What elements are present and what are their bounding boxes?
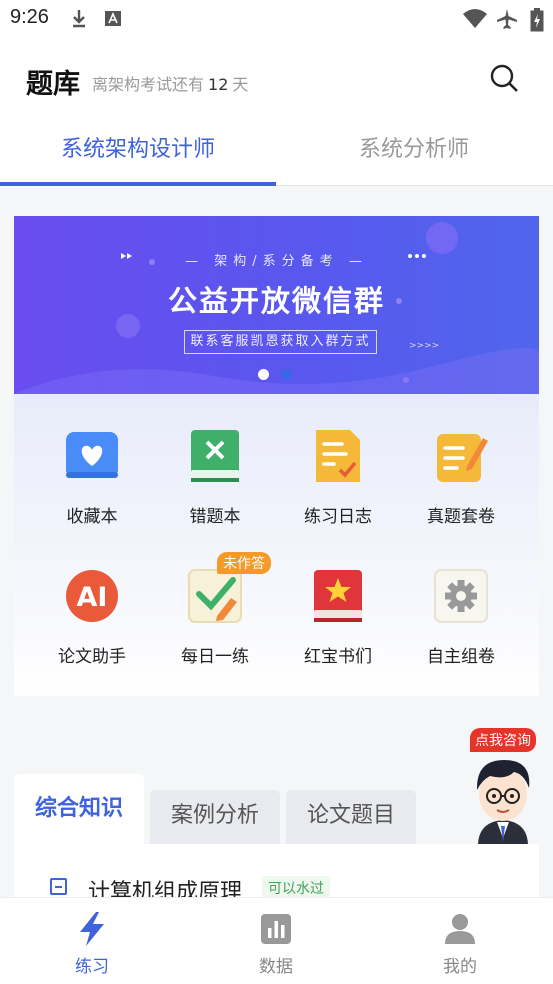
unanswered-badge: 未作答	[217, 552, 271, 574]
nav-practice[interactable]: 练习	[0, 898, 184, 984]
consult-label: 点我咨询	[470, 728, 536, 752]
nav-label: 数据	[259, 957, 293, 977]
tab-indicator	[0, 182, 276, 186]
collapse-icon[interactable]	[50, 878, 67, 895]
grid-label: 错题本	[189, 507, 241, 527]
feature-grid: 收藏本 错题本 练习日志 真题套卷 AI 论文助手 未作答 每日一练 红宝书们 …	[14, 394, 539, 696]
bottom-nav: 练习 数据 我的	[0, 897, 553, 984]
tab-system-architect[interactable]: 系统架构设计师	[0, 120, 276, 186]
grid-item-wrong-book[interactable]: 错题本	[160, 428, 270, 527]
banner-contact-button[interactable]: 联系客服凯恩获取入群方式	[184, 330, 377, 354]
wifi-icon	[463, 9, 487, 28]
countdown-days: 12	[208, 75, 229, 94]
tab-general-knowledge[interactable]: 综合知识	[14, 774, 144, 844]
battery-icon	[530, 8, 544, 32]
practice-log-icon	[310, 428, 366, 484]
nav-label: 我的	[443, 957, 477, 977]
heart-book-icon	[64, 428, 120, 484]
banner-subtitle: — 架构/系分备考 —	[185, 254, 368, 269]
carousel-dot-active[interactable]	[258, 369, 269, 380]
page-title: 题库	[26, 69, 80, 100]
status-time: 9:26	[10, 6, 49, 28]
grid-item-essay-assistant[interactable]: AI 论文助手	[37, 568, 147, 667]
grid-label: 收藏本	[66, 507, 118, 527]
airplane-icon	[497, 9, 517, 29]
wrong-book-icon	[187, 428, 243, 484]
grid-label: 红宝书们	[304, 647, 372, 667]
grid-item-custom-paper[interactable]: 自主组卷	[406, 568, 516, 667]
banner-title: 公益开放微信群	[167, 284, 385, 318]
countdown-prefix: 离架构考试还有	[92, 75, 205, 94]
countdown-suffix: 天	[232, 75, 249, 94]
nav-label: 练习	[75, 957, 109, 977]
tab-case-analysis[interactable]: 案例分析	[150, 790, 280, 844]
feature-card: >>>> — 架构/系分备考 — 公益开放微信群 联系客服凯恩获取入群方式 收藏…	[14, 216, 539, 696]
nav-mine[interactable]: 我的	[368, 898, 552, 984]
header: 题库 离架构考试还有 12 天	[0, 38, 553, 120]
exam-countdown: 离架构考试还有 12 天	[92, 71, 248, 95]
tab-essay-topics[interactable]: 论文题目	[286, 790, 416, 844]
category-tabs: 综合知识 案例分析 论文题目	[14, 774, 539, 844]
search-icon[interactable]	[488, 62, 520, 94]
keyboard-a-icon	[105, 11, 121, 26]
exam-paper-icon	[433, 428, 489, 484]
ai-assistant-icon: AI	[64, 568, 120, 624]
grid-item-exam-papers[interactable]: 真题套卷	[406, 428, 516, 527]
svg-text:>>>>: >>>>	[409, 341, 439, 351]
grid-label: 练习日志	[304, 507, 372, 527]
bar-chart-icon	[261, 914, 291, 944]
gear-icon	[433, 568, 489, 624]
chapter-list: 计算机组成原理 可以水过	[14, 844, 539, 904]
grid-label: 每日一练	[181, 647, 249, 667]
carousel-dot[interactable]	[281, 369, 292, 380]
status-bar: 9:26	[0, 0, 553, 38]
grid-label: 自主组卷	[427, 647, 495, 667]
grid-item-daily-practice[interactable]: 未作答 每日一练	[160, 552, 271, 667]
ai-icon-text: AI	[77, 582, 108, 613]
grid-item-red-books[interactable]: 红宝书们	[283, 568, 393, 667]
download-icon	[73, 10, 85, 28]
grid-label: 真题套卷	[427, 507, 495, 527]
tab-system-analyst[interactable]: 系统分析师	[276, 120, 552, 186]
red-book-icon	[310, 568, 366, 624]
exam-tabs: 系统架构设计师 系统分析师	[0, 120, 553, 186]
daily-practice-icon: 未作答	[187, 552, 271, 624]
grid-label: 论文助手	[58, 647, 126, 667]
grid-item-favorites[interactable]: 收藏本	[37, 428, 147, 527]
user-icon	[445, 914, 475, 944]
nav-data[interactable]: 数据	[184, 898, 368, 984]
lightning-icon	[80, 912, 104, 946]
grid-item-practice-log[interactable]: 练习日志	[283, 428, 393, 527]
promo-banner[interactable]: >>>> — 架构/系分备考 — 公益开放微信群 联系客服凯恩获取入群方式	[14, 216, 539, 394]
